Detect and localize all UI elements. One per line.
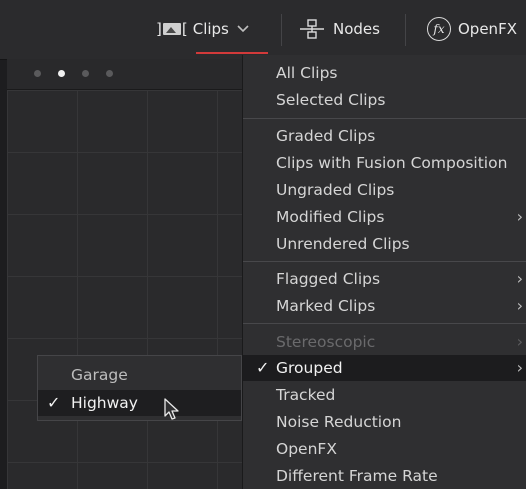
menu-item-unrendered-clips[interactable]: Unrendered Clips — [243, 231, 526, 257]
toolbar-divider — [281, 14, 282, 46]
menu-item-label: All Clips — [276, 64, 338, 82]
mouse-pointer-icon — [164, 398, 180, 426]
clips-filter-menu: All Clips Selected Clips Graded Clips Cl… — [242, 55, 526, 489]
menu-item-marked-clips[interactable]: Marked Clips › — [243, 293, 526, 319]
menu-item-noise-reduction[interactable]: Noise Reduction — [243, 409, 526, 435]
page-dot[interactable] — [106, 70, 113, 77]
menu-item-label: Unrendered Clips — [276, 235, 410, 253]
openfx-label: OpenFX — [458, 20, 517, 38]
menu-item-label: Selected Clips — [276, 91, 386, 109]
menu-item-different-frame-rate[interactable]: Different Frame Rate — [243, 463, 526, 489]
openfx-button[interactable]: fx OpenFX — [427, 14, 517, 44]
menu-item-label: Marked Clips — [276, 297, 376, 315]
menu-item-label: Different Frame Rate — [276, 467, 438, 485]
menu-item-label: Flagged Clips — [276, 270, 381, 288]
page-dot[interactable] — [34, 70, 41, 77]
menu-item-label: Noise Reduction — [276, 413, 402, 431]
clips-label: Clips — [192, 20, 229, 38]
toolbar-divider — [405, 14, 406, 46]
submenu-item-highway[interactable]: ✓ Highway — [38, 390, 241, 416]
menu-item-grouped[interactable]: ✓ Grouped › — [243, 355, 526, 381]
nodes-icon — [299, 18, 325, 40]
menu-item-label: Clips with Fusion Composition — [276, 154, 508, 172]
menu-item-label: Stereoscopic — [276, 333, 376, 351]
menu-item-graded-clips[interactable]: Graded Clips — [243, 123, 526, 149]
menu-item-label: Grouped — [276, 359, 343, 377]
chevron-down-icon — [237, 22, 249, 36]
menu-item-label: Modified Clips — [276, 208, 385, 226]
menu-item-label: Ungraded Clips — [276, 181, 395, 199]
nodes-label: Nodes — [333, 20, 380, 38]
toolbar: ][ Clips Nodes fx OpenFX — [0, 0, 526, 60]
page-dot-active[interactable] — [58, 70, 65, 77]
submenu-item-label: Garage — [71, 366, 128, 384]
menu-item-openfx[interactable]: OpenFX — [243, 436, 526, 462]
menu-item-label: Tracked — [276, 386, 336, 404]
checkmark-icon: ✓ — [47, 393, 61, 412]
menu-item-all-clips[interactable]: All Clips — [243, 60, 526, 86]
chevron-right-icon: › — [516, 296, 523, 315]
menu-item-ungraded-clips[interactable]: Ungraded Clips — [243, 177, 526, 203]
submenu-item-garage[interactable]: Garage — [38, 362, 241, 388]
page-dot[interactable] — [82, 70, 89, 77]
chevron-right-icon: › — [516, 332, 523, 351]
clips-icon: ][ — [156, 20, 188, 38]
submenu-item-label: Highway — [71, 394, 138, 412]
checkmark-icon: ✓ — [256, 358, 270, 377]
menu-item-flagged-clips[interactable]: Flagged Clips › — [243, 266, 526, 292]
nodes-button[interactable]: Nodes — [299, 14, 380, 44]
node-grid-canvas[interactable] — [7, 90, 243, 489]
chevron-right-icon: › — [516, 269, 523, 288]
chevron-right-icon: › — [516, 207, 523, 226]
menu-separator — [243, 261, 526, 262]
fx-icon: fx — [427, 17, 451, 41]
menu-item-modified-clips[interactable]: Modified Clips › — [243, 204, 526, 230]
menu-item-label: Graded Clips — [276, 127, 376, 145]
menu-item-tracked[interactable]: Tracked — [243, 382, 526, 408]
clips-button[interactable]: ][ Clips — [156, 14, 249, 44]
menu-item-label: OpenFX — [276, 440, 337, 458]
menu-item-fusion-clips[interactable]: Clips with Fusion Composition — [243, 150, 526, 176]
chevron-right-icon: › — [516, 358, 523, 377]
clips-active-indicator — [196, 52, 268, 54]
menu-item-stereoscopic: Stereoscopic › — [243, 329, 526, 355]
menu-separator — [243, 118, 526, 119]
left-panel-edge — [0, 59, 7, 489]
menu-separator — [243, 323, 526, 324]
menu-item-selected-clips[interactable]: Selected Clips — [243, 87, 526, 113]
grouped-submenu: Garage ✓ Highway — [37, 355, 242, 421]
viewer-header — [7, 59, 243, 90]
